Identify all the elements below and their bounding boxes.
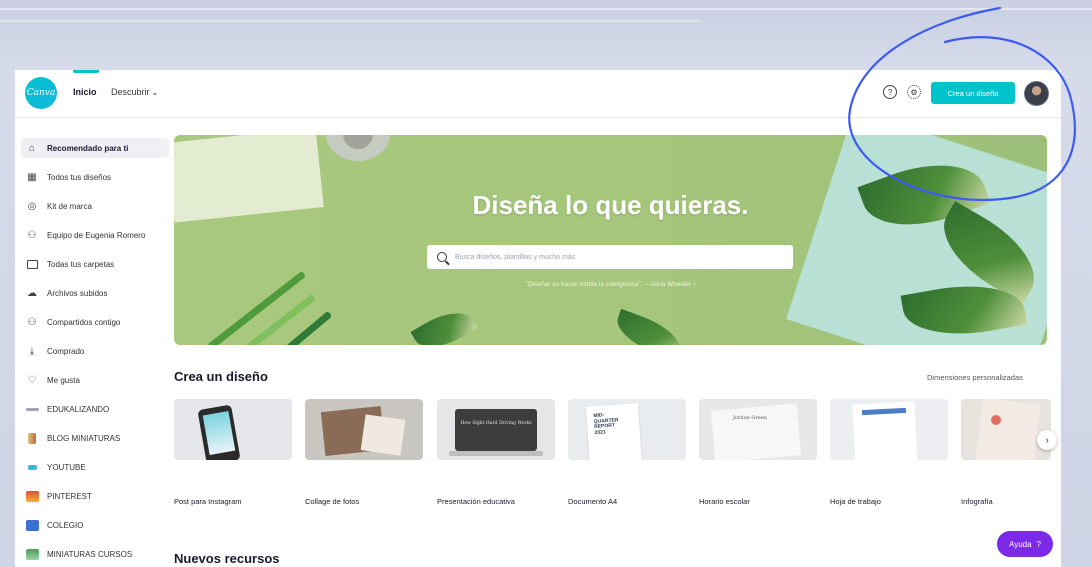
sidebar-item-label: Todas tus carpetas xyxy=(47,259,115,269)
hero-cup-illustration xyxy=(326,135,390,161)
schedule-thumb-text: Jordon Green xyxy=(733,415,767,421)
card-label: Documento A4 xyxy=(568,497,618,506)
chevron-down-icon: ⌄ xyxy=(151,88,159,97)
download-icon: ⤓ xyxy=(29,345,35,357)
section-title-nuevos-recursos: Nuevos recursos xyxy=(174,551,280,566)
card-hoja-trabajo[interactable] xyxy=(830,399,948,460)
sidebar-item-label: MINIATURAS CURSOS xyxy=(47,549,133,559)
sidebar-item-label: Kit de marca xyxy=(47,201,92,211)
folder-thumb-icon xyxy=(25,547,39,561)
backdrop-streak xyxy=(0,8,1092,10)
card-label: Post para Instagram xyxy=(174,497,242,506)
sidebar-item-youtube[interactable]: YOUTUBE xyxy=(25,457,165,477)
sidebar-item-recomendado[interactable]: ⌂ Recomendado para ti xyxy=(21,138,169,158)
canva-logo[interactable]: Canva xyxy=(25,77,57,109)
nav-descubrir-label: Descubrir xyxy=(111,87,150,97)
team-icon: ⚇ xyxy=(27,229,37,241)
sidebar-item-todos-disenos[interactable]: ▦ Todos tus diseños xyxy=(25,167,165,187)
card-horario-escolar[interactable]: Jordon Green xyxy=(699,399,817,460)
nav-inicio-link[interactable]: Inicio xyxy=(73,87,97,97)
hero-banner: Diseña lo que quieras. Busca diseños, pl… xyxy=(174,135,1047,345)
card-label: Hoja de trabajo xyxy=(830,497,881,506)
sidebar-item-pinterest[interactable]: PINTEREST xyxy=(25,486,165,506)
sidebar-item-blog-miniaturas[interactable]: BLOG MINIATURAS xyxy=(25,428,165,448)
top-header: Canva Inicio Descubrir ⌄ ? ⚙ Crea un dise… xyxy=(15,70,1061,118)
custom-dimensions-link[interactable]: Dimensiones personalizadas xyxy=(927,373,1023,382)
card-documento-a4[interactable]: MID-QUARTER REPORT 2021 xyxy=(568,399,686,460)
hero-quote-link[interactable]: "Diseñar es hacer visible la inteligenci… xyxy=(174,281,1047,288)
sidebar-item-carpetas[interactable]: Todas tus carpetas xyxy=(25,254,165,274)
sidebar-item-label: BLOG MINIATURAS xyxy=(47,433,121,443)
folder-thumb-icon xyxy=(25,518,39,532)
search-input[interactable]: Busca diseños, plantillas y mucho más xyxy=(427,245,793,269)
laptop-screen xyxy=(455,409,537,451)
card-label: Presentación educativa xyxy=(437,497,515,506)
sidebar-item-label: YOUTUBE xyxy=(47,462,86,472)
document-thumb-text: MID-QUARTER REPORT 2021 xyxy=(593,412,619,436)
nav-descubrir-menu[interactable]: Descubrir ⌄ xyxy=(111,87,158,97)
card-label: Infografía xyxy=(961,497,993,506)
sidebar-item-colegio[interactable]: COLEGIO xyxy=(25,515,165,535)
sidebar-item-label: Compartidos contigo xyxy=(47,317,121,327)
card-label: Collage de fotos xyxy=(305,497,360,506)
hero-leaf-illustration xyxy=(610,308,688,345)
section-title-crea-un-diseno: Crea un diseño xyxy=(174,369,268,384)
active-nav-indicator xyxy=(73,70,99,73)
folder-icon xyxy=(25,257,39,271)
card-post-instagram[interactable] xyxy=(174,399,292,460)
sidebar-item-label: PINTEREST xyxy=(47,491,92,501)
backdrop-streak xyxy=(0,20,700,22)
folder-thumb-icon xyxy=(25,489,39,503)
help-button[interactable]: Ayuda ? xyxy=(997,531,1053,557)
sidebar-item-edukalizando[interactable]: EDUKALIZANDO xyxy=(25,399,165,419)
sidebar-item-compartidos[interactable]: ⚇ Compartidos contigo xyxy=(25,312,165,332)
folder-thumb-icon xyxy=(25,431,39,445)
folder-thumb-icon xyxy=(25,460,39,474)
shared-icon: ⚇ xyxy=(27,316,37,328)
create-design-button[interactable]: Crea un diseño xyxy=(931,82,1015,104)
heart-icon: ♡ xyxy=(27,374,37,386)
folder-thumb-icon xyxy=(25,402,39,416)
sidebar-item-label: Todos tus diseños xyxy=(47,172,112,182)
card-collage-fotos[interactable] xyxy=(305,399,423,460)
home-icon: ⌂ xyxy=(28,142,36,154)
sidebar-item-label: Recomendado para ti xyxy=(47,143,129,153)
help-button-glyph: ? xyxy=(1036,539,1041,549)
infographic-page xyxy=(974,399,1042,460)
sidebar-item-equipo[interactable]: ⚇ Equipo de Eugenia Romero xyxy=(25,225,165,245)
sidebar-item-archivos-subidos[interactable]: ☁ Archivos subidos xyxy=(25,283,165,303)
sidebar-item-label: Archivos subidos xyxy=(47,288,108,298)
card-label: Horario escolar xyxy=(699,497,750,506)
collage-photo xyxy=(360,414,406,456)
avatar[interactable] xyxy=(1024,81,1049,106)
laptop-base xyxy=(449,451,543,456)
gear-icon[interactable]: ⚙ xyxy=(907,85,921,99)
sidebar-item-label: Equipo de Eugenia Romero xyxy=(47,230,146,240)
infographic-accent xyxy=(991,415,1001,425)
schedule-page xyxy=(710,403,802,460)
sidebar-item-label: EDUKALIZANDO xyxy=(47,404,110,414)
search-placeholder: Busca diseños, plantillas y mucho más xyxy=(455,253,576,261)
sidebar-item-kit-marca[interactable]: ◎ Kit de marca xyxy=(25,196,165,216)
grid-icon: ▦ xyxy=(27,171,37,183)
hero-leaf-illustration xyxy=(410,302,478,345)
presentation-thumb-text: How Sight Hard Driving Works xyxy=(460,421,532,426)
sidebar-item-label: Comprado xyxy=(47,346,85,356)
card-presentacion-educativa[interactable]: How Sight Hard Driving Works xyxy=(437,399,555,460)
sidebar-item-label: COLEGIO xyxy=(47,520,84,530)
help-button-label: Ayuda xyxy=(1009,539,1032,549)
hero-title: Diseña lo que quieras. xyxy=(472,190,749,220)
carousel-next-button[interactable]: › xyxy=(1037,430,1057,450)
search-icon xyxy=(437,252,447,262)
cloud-upload-icon: ☁ xyxy=(27,287,37,299)
brand-kit-icon: ◎ xyxy=(27,200,37,212)
sidebar-item-miniaturas-cursos[interactable]: MINIATURAS CURSOS xyxy=(25,544,165,564)
help-icon[interactable]: ? xyxy=(883,85,897,99)
canva-app-window: Canva Inicio Descubrir ⌄ ? ⚙ Crea un dise… xyxy=(15,70,1061,567)
sidebar-item-label: Me gusta xyxy=(47,375,80,385)
card-infografia[interactable] xyxy=(961,399,1051,460)
sidebar-item-me-gusta[interactable]: ♡ Me gusta xyxy=(25,370,165,390)
sidebar-item-comprado[interactable]: ⤓ Comprado xyxy=(25,341,165,361)
